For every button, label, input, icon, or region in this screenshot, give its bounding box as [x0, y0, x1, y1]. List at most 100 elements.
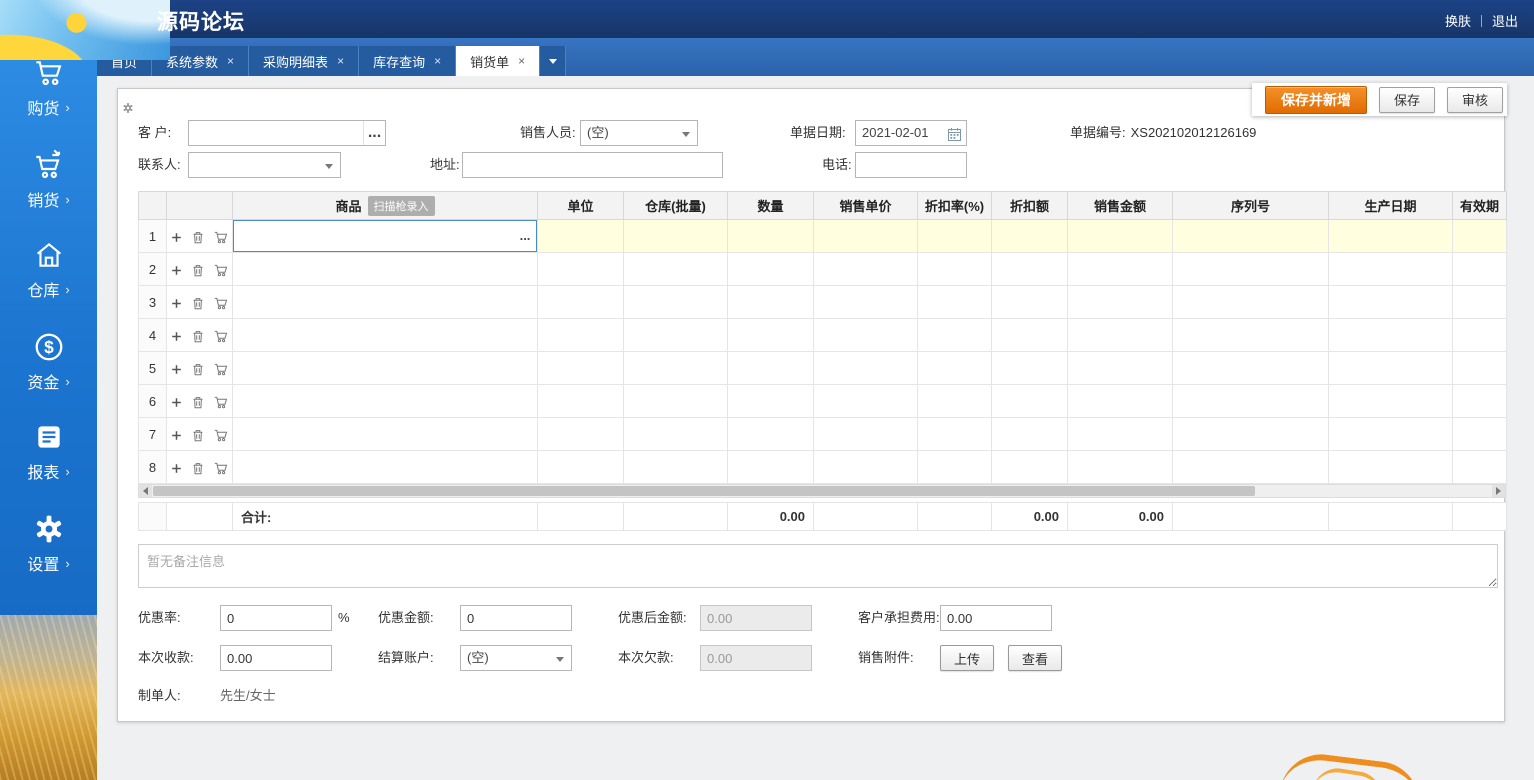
contact-label: 联系人: — [138, 152, 181, 178]
save-and-new-button[interactable]: 保存并新增 — [1265, 86, 1367, 114]
row-number: 2 — [139, 253, 167, 286]
sidebar-item-reports[interactable]: 报表› — [0, 420, 97, 483]
phone-input[interactable] — [855, 152, 967, 178]
delete-row-icon[interactable] — [192, 330, 204, 343]
total-qty: 0.00 — [728, 503, 814, 531]
total-amount: 0.00 — [1068, 503, 1173, 531]
save-button[interactable]: 保存 — [1379, 87, 1435, 113]
scroll-right-arrow[interactable] — [1492, 485, 1505, 497]
delete-row-icon[interactable] — [192, 264, 204, 277]
discount-amount-input[interactable] — [460, 605, 572, 631]
received-input[interactable] — [220, 645, 332, 671]
view-button[interactable]: 查看 — [1008, 645, 1062, 671]
add-row-icon[interactable] — [171, 331, 182, 342]
customer-field-wrap: ... — [188, 120, 386, 146]
product-cell: ... — [233, 220, 538, 253]
scroll-left-arrow[interactable] — [139, 485, 152, 497]
close-icon[interactable]: × — [434, 55, 441, 67]
salesperson-select[interactable]: (空) — [580, 120, 698, 146]
add-row-icon[interactable] — [171, 397, 182, 408]
calendar-icon[interactable] — [947, 126, 962, 150]
add-row-icon[interactable] — [171, 298, 182, 309]
row-number: 6 — [139, 385, 167, 418]
row-number: 4 — [139, 319, 167, 352]
delete-row-icon[interactable] — [192, 297, 204, 310]
delete-row-icon[interactable] — [192, 231, 204, 244]
customer-input[interactable] — [189, 121, 363, 145]
close-icon[interactable]: × — [518, 55, 525, 67]
add-row-icon[interactable] — [171, 463, 182, 474]
table-row: 7 — [139, 418, 1507, 451]
account-value: (空) — [467, 650, 489, 665]
date-label: 单据日期: — [790, 120, 846, 146]
col-header-unit: 单位 — [538, 192, 624, 220]
panel-settings-icon[interactable] — [122, 101, 134, 119]
upload-button[interactable]: 上传 — [940, 645, 994, 671]
cart-row-icon[interactable] — [214, 231, 228, 244]
address-label: 地址: — [430, 152, 460, 178]
add-row-icon[interactable] — [171, 232, 182, 243]
remark-textarea[interactable] — [138, 544, 1498, 588]
tab-dropdown-button[interactable] — [540, 46, 566, 76]
chevron-right-icon: › — [65, 464, 69, 479]
after-discount-label: 优惠后金额: — [618, 605, 687, 631]
gear-icon — [32, 512, 66, 546]
close-icon[interactable]: × — [227, 55, 234, 67]
action-bar: 保存并新增 保存 审核 — [1252, 83, 1507, 116]
delete-row-icon[interactable] — [192, 462, 204, 475]
customer-label: 客 户: — [138, 120, 171, 146]
add-row-icon[interactable] — [171, 364, 182, 375]
sidebar-item-purchase[interactable]: 购货› — [0, 56, 97, 119]
tab-sales-order[interactable]: 销货单 × — [456, 46, 540, 76]
cart-row-icon[interactable] — [214, 363, 228, 376]
col-header-expiry: 有效期 — [1453, 192, 1507, 220]
address-input[interactable] — [462, 152, 723, 178]
row-number: 8 — [139, 451, 167, 484]
audit-button[interactable]: 审核 — [1447, 87, 1503, 113]
scrollbar-thumb[interactable] — [153, 486, 1255, 496]
horizontal-scrollbar[interactable] — [138, 484, 1506, 498]
sidebar-item-funds[interactable]: $ 资金› — [0, 330, 97, 393]
tab-purchase-detail[interactable]: 采购明细表 × — [249, 46, 359, 76]
row-number: 1 — [139, 220, 167, 253]
grid-body: 1 ... — [139, 220, 1507, 484]
close-icon[interactable]: × — [337, 55, 344, 67]
topbar-links: 换肤 退出 — [1445, 11, 1518, 30]
customer-lookup-button[interactable]: ... — [363, 121, 385, 145]
change-skin-link[interactable]: 换肤 — [1445, 11, 1471, 30]
table-row: 6 — [139, 385, 1507, 418]
table-row: 5 — [139, 352, 1507, 385]
date-input[interactable]: 2021-02-01 — [855, 120, 967, 146]
logout-link[interactable]: 退出 — [1492, 11, 1518, 30]
add-row-icon[interactable] — [171, 265, 182, 276]
delete-row-icon[interactable] — [192, 363, 204, 376]
total-label: 合计: — [233, 503, 538, 531]
grid-header-row: 商品 扫描枪录入 单位 仓库(批量) 数量 销售单价 折扣率(%) 折扣额 销售… — [139, 192, 1507, 220]
delete-row-icon[interactable] — [192, 429, 204, 442]
customer-fee-input[interactable] — [940, 605, 1052, 631]
cart-row-icon[interactable] — [214, 297, 228, 310]
product-lookup-button[interactable]: ... — [514, 221, 536, 251]
cart-row-icon[interactable] — [214, 330, 228, 343]
add-row-icon[interactable] — [171, 430, 182, 441]
product-input[interactable] — [234, 221, 514, 251]
logo-image — [0, 0, 170, 60]
creator-label: 制单人: — [138, 683, 181, 709]
scan-gun-badge[interactable]: 扫描枪录入 — [368, 196, 435, 216]
tab-bar: 首页 系统参数 × 采购明细表 × 库存查询 × 销货单 × — [97, 38, 1534, 76]
contact-select[interactable] — [188, 152, 341, 178]
sidebar-item-warehouse[interactable]: 仓库› — [0, 238, 97, 301]
sidebar-item-sales[interactable]: 销货› — [0, 148, 97, 211]
account-select[interactable]: (空) — [460, 645, 572, 671]
cart-row-icon[interactable] — [214, 462, 228, 475]
row-number: 3 — [139, 286, 167, 319]
cart-row-icon[interactable] — [214, 396, 228, 409]
discount-rate-input[interactable] — [220, 605, 332, 631]
row-actions — [167, 220, 233, 253]
cart-row-icon[interactable] — [214, 429, 228, 442]
cart-row-icon[interactable] — [214, 264, 228, 277]
delete-row-icon[interactable] — [192, 396, 204, 409]
sidebar-item-settings[interactable]: 设置› — [0, 512, 97, 575]
tab-stock-query[interactable]: 库存查询 × — [359, 46, 456, 76]
debt-label: 本次欠款: — [618, 645, 674, 671]
